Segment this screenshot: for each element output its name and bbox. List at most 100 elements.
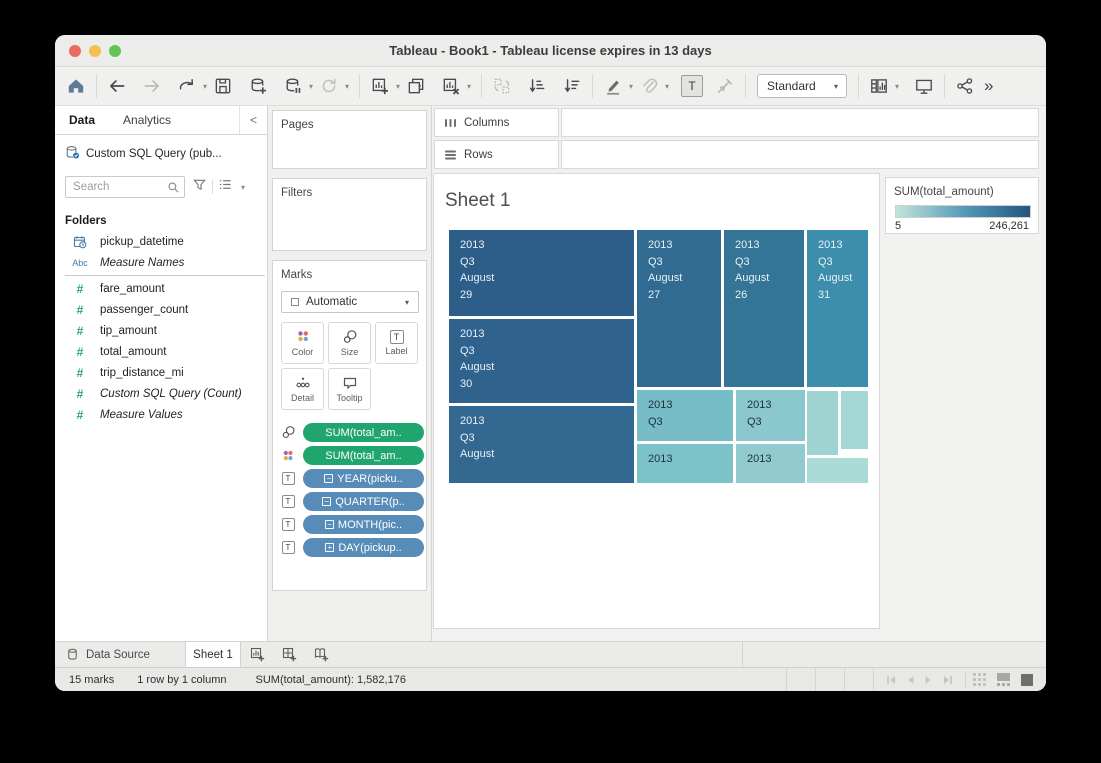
toolbar-divider xyxy=(745,74,746,98)
field-measure-values[interactable]: #Measure Values xyxy=(55,404,267,425)
treemap-block-q3-a[interactable]: 2013Q3 xyxy=(637,390,733,441)
size-button[interactable]: Size xyxy=(328,322,371,364)
pause-caret-icon[interactable]: ▾ xyxy=(306,82,316,91)
field-pickup-datetime[interactable]: pickup_datetime xyxy=(55,231,267,252)
columns-shelf-dropzone[interactable] xyxy=(561,108,1039,137)
nav-first-icon[interactable] xyxy=(886,675,897,685)
close-window-icon[interactable] xyxy=(69,45,81,57)
label-button[interactable]: T Label xyxy=(375,322,418,364)
pill-sum-total-am-[interactable]: SUM(total_am.. xyxy=(303,446,424,465)
tab-sheet-1[interactable]: Sheet 1 xyxy=(185,642,241,667)
treemap-block-aug[interactable]: 2013Q3August xyxy=(449,406,634,483)
color-button[interactable]: Color xyxy=(281,322,324,364)
new-data-source-icon[interactable] xyxy=(245,72,271,100)
share-icon[interactable] xyxy=(952,72,978,100)
replay-icon[interactable] xyxy=(174,72,200,100)
tab-data-source[interactable]: Data Source xyxy=(55,642,185,667)
pill-quarter-p-[interactable]: −QUARTER(p.. xyxy=(303,492,424,511)
field-passenger-count[interactable]: #passenger_count xyxy=(55,299,267,320)
new-story-tab-icon[interactable] xyxy=(305,642,337,667)
view-options-caret-icon[interactable]: ▾ xyxy=(238,183,248,192)
clear-sheet-icon[interactable] xyxy=(438,72,464,100)
field-measure-names[interactable]: AbcMeasure Names xyxy=(55,252,267,273)
mark-type-dropdown[interactable]: Automatic ▾ xyxy=(281,291,419,313)
new-worksheet-tab-icon[interactable] xyxy=(241,642,273,667)
treemap-block-q3-b[interactable]: 2013Q3 xyxy=(736,390,805,441)
show-cards-icon[interactable] xyxy=(866,72,892,100)
field-tip-amount[interactable]: #tip_amount xyxy=(55,320,267,341)
nav-next-icon[interactable] xyxy=(924,675,933,685)
replay-caret-icon[interactable]: ▾ xyxy=(200,82,210,91)
collapse-pane-icon[interactable]: < xyxy=(239,106,267,134)
pill-day-pickup-[interactable]: +DAY(pickup.. xyxy=(303,538,424,557)
tab-data[interactable]: Data xyxy=(55,106,109,134)
clear-sheet-caret-icon[interactable]: ▾ xyxy=(464,82,474,91)
view-list-icon[interactable] xyxy=(218,178,233,196)
legend-gradient-bar[interactable] xyxy=(895,205,1031,218)
field-fare-amount[interactable]: #fare_amount xyxy=(55,278,267,299)
new-dashboard-tab-icon[interactable] xyxy=(273,642,305,667)
refresh-caret-icon[interactable]: ▾ xyxy=(342,82,352,91)
treemap-block-y13-b[interactable]: 2013 xyxy=(736,444,805,483)
pill-sum-total-am-[interactable]: SUM(total_am.. xyxy=(303,423,424,442)
maximize-window-icon[interactable] xyxy=(109,45,121,57)
treemap-block-aug27[interactable]: 2013Q3August27 xyxy=(637,230,721,387)
treemap-block-aug30[interactable]: 2013Q3August30 xyxy=(449,319,634,403)
pill-month-pic-[interactable]: −MONTH(pic.. xyxy=(303,515,424,534)
nav-prev-icon[interactable] xyxy=(906,675,915,685)
treemap-block-sm-1[interactable] xyxy=(807,391,838,455)
show-sheet-sorter-icon[interactable] xyxy=(972,672,987,687)
highlight-caret-icon[interactable]: ▾ xyxy=(626,82,636,91)
show-tabs-icon[interactable] xyxy=(1020,673,1034,687)
undo-back-icon[interactable] xyxy=(104,72,130,100)
show-filmstrip-icon[interactable] xyxy=(996,672,1011,687)
redo-forward-icon[interactable] xyxy=(139,72,165,100)
field-trip-distance-mi[interactable]: #trip_distance_mi xyxy=(55,362,267,383)
tooltip-button[interactable]: Tooltip xyxy=(328,368,371,410)
fit-selector[interactable]: Standard ▾ xyxy=(757,74,847,98)
filter-funnel-icon[interactable] xyxy=(192,177,207,197)
attach-caret-icon[interactable]: ▾ xyxy=(662,82,672,91)
minimize-window-icon[interactable] xyxy=(89,45,101,57)
pill-text: MONTH(pic.. xyxy=(338,519,402,531)
nav-last-icon[interactable] xyxy=(942,675,953,685)
color-legend-card[interactable]: SUM(total_amount) 5 246,261 xyxy=(885,177,1039,234)
expand-icon[interactable]: + xyxy=(325,543,334,552)
toolbar-overflow-icon[interactable]: » xyxy=(984,76,993,96)
pause-auto-updates-icon[interactable] xyxy=(280,72,306,100)
filters-card[interactable]: Filters xyxy=(272,178,427,251)
attach-icon[interactable] xyxy=(636,72,662,100)
pages-card[interactable]: Pages xyxy=(272,110,427,169)
treemap-block-sm-3[interactable] xyxy=(807,458,868,483)
tooltip-bubble-icon xyxy=(342,375,358,391)
treemap-block-sm-2[interactable] xyxy=(841,391,868,449)
refresh-icon[interactable] xyxy=(316,72,342,100)
new-worksheet-icon[interactable] xyxy=(367,72,393,100)
collapse-field-icon[interactable]: − xyxy=(322,497,331,506)
new-worksheet-caret-icon[interactable]: ▾ xyxy=(393,82,403,91)
sort-ascending-icon[interactable] xyxy=(524,72,550,100)
data-source-connection[interactable]: Custom SQL Query (pub... xyxy=(55,135,267,171)
save-icon[interactable] xyxy=(210,72,236,100)
field-custom-sql-query-count-[interactable]: #Custom SQL Query (Count) xyxy=(55,383,267,404)
show-cards-caret-icon[interactable]: ▾ xyxy=(892,82,902,91)
tab-analytics[interactable]: Analytics xyxy=(109,106,185,134)
treemap-block-y13-a[interactable]: 2013 xyxy=(637,444,733,483)
field-total-amount[interactable]: #total_amount xyxy=(55,341,267,362)
show-mark-labels-button[interactable]: T xyxy=(681,75,703,97)
highlight-icon[interactable] xyxy=(600,72,626,100)
home-icon[interactable] xyxy=(63,72,89,100)
collapse-field-icon[interactable]: − xyxy=(324,474,333,483)
treemap-block-aug26[interactable]: 2013Q3August26 xyxy=(724,230,804,387)
swap-rows-columns-icon[interactable] xyxy=(489,72,515,100)
duplicate-sheet-icon[interactable] xyxy=(403,72,429,100)
collapse-field-icon[interactable]: − xyxy=(325,520,334,529)
treemap-block-aug31[interactable]: 2013Q3August31 xyxy=(807,230,868,387)
fix-axes-pin-icon[interactable] xyxy=(712,72,738,100)
presentation-mode-icon[interactable] xyxy=(911,72,937,100)
detail-button[interactable]: Detail xyxy=(281,368,324,410)
pill-year-picku-[interactable]: −YEAR(picku.. xyxy=(303,469,424,488)
treemap-block-aug29[interactable]: 2013Q3August29 xyxy=(449,230,634,316)
rows-shelf-dropzone[interactable] xyxy=(561,140,1039,169)
sort-descending-icon[interactable] xyxy=(559,72,585,100)
